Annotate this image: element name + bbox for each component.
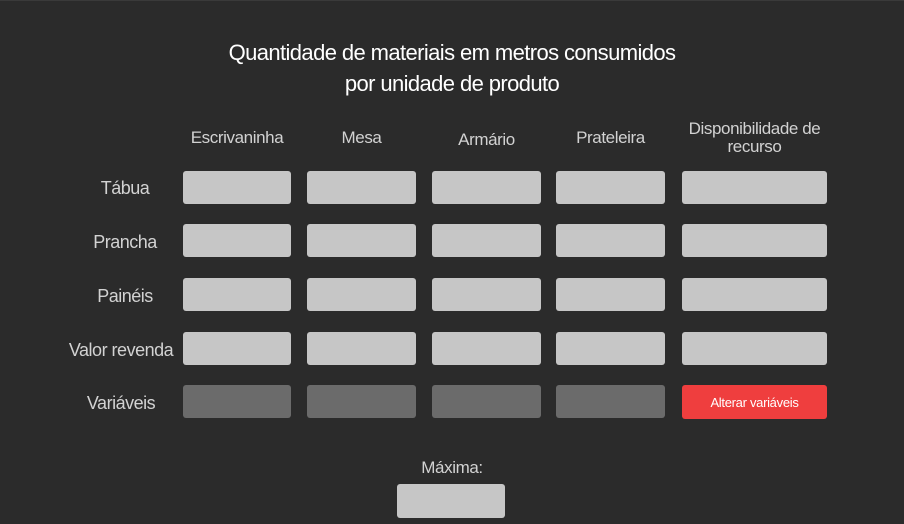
input-tabua-escrivaninha[interactable] — [183, 171, 291, 204]
maxima-label: Máxima: — [421, 458, 483, 477]
input-paineis-escrivaninha[interactable] — [183, 278, 291, 311]
row-label-tabua: Tábua — [100, 178, 150, 198]
variable-output-mesa — [307, 385, 416, 418]
input-tabua-armario[interactable] — [432, 171, 541, 204]
row-label-valor-revenda: Valor revenda — [68, 340, 174, 360]
column-header-armario: Armário — [458, 130, 515, 149]
input-valor-revenda-armario[interactable] — [432, 332, 541, 365]
row-label-paineis: Painéis — [97, 286, 153, 306]
row-label-variaveis: Variáveis — [86, 393, 156, 413]
input-valor-revenda-prateleira[interactable] — [556, 332, 665, 365]
row-label-prancha: Prancha — [93, 232, 157, 252]
column-header-escrivaninha: Escrivaninha — [190, 128, 284, 147]
input-tabua-disponibilidade[interactable] — [682, 171, 827, 204]
input-valor-revenda-disponibilidade[interactable] — [682, 332, 827, 365]
column-header-mesa: Mesa — [341, 128, 382, 147]
input-prancha-disponibilidade[interactable] — [682, 224, 827, 257]
variable-output-armario — [432, 385, 541, 418]
input-tabua-mesa[interactable] — [307, 171, 416, 204]
column-header-disponibilidade: Disponibilidade de recurso — [688, 119, 821, 156]
input-paineis-prateleira[interactable] — [556, 278, 665, 311]
variable-output-escrivaninha — [183, 385, 291, 418]
input-valor-revenda-mesa[interactable] — [307, 332, 416, 365]
input-paineis-armario[interactable] — [432, 278, 541, 311]
maxima-field[interactable] — [397, 484, 505, 518]
input-prancha-mesa[interactable] — [307, 224, 416, 257]
input-prancha-prateleira[interactable] — [556, 224, 665, 257]
alter-variables-button[interactable]: Alterar variáveis — [682, 385, 827, 419]
page-title-line-2: por unidade de produto — [344, 71, 560, 96]
input-prancha-escrivaninha[interactable] — [183, 224, 291, 257]
page-title-line-1: Quantidade de materiais em metros consum… — [228, 40, 676, 65]
variable-output-prateleira — [556, 385, 665, 418]
input-prancha-armario[interactable] — [432, 224, 541, 257]
page-title: Quantidade de materiais em metros consum… — [0, 37, 904, 99]
app-frame: Quantidade de materiais em metros consum… — [0, 0, 904, 524]
input-valor-revenda-escrivaninha[interactable] — [183, 332, 291, 365]
column-header-prateleira: Prateleira — [576, 128, 645, 147]
input-paineis-disponibilidade[interactable] — [682, 278, 827, 311]
input-tabua-prateleira[interactable] — [556, 171, 665, 204]
input-paineis-mesa[interactable] — [307, 278, 416, 311]
